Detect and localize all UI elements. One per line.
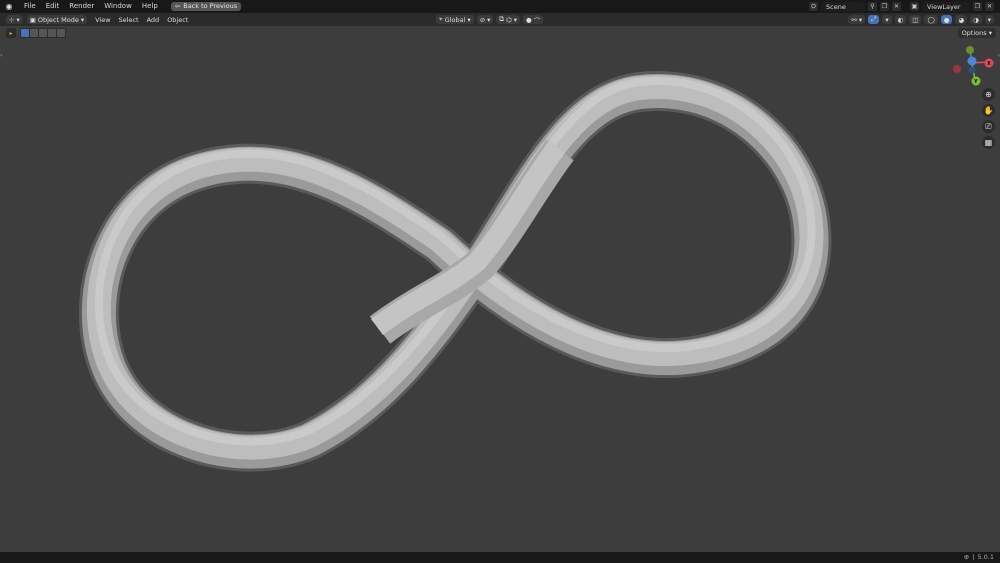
- chevron-down-icon: ▾: [16, 15, 20, 24]
- editor-type-button[interactable]: ⊹ ▾: [6, 15, 23, 24]
- object-mode-icon: ▣: [29, 15, 36, 24]
- back-to-previous-button[interactable]: ⇦ Back to Previous: [170, 2, 242, 11]
- gizmo-neg-x: [953, 65, 961, 73]
- overlays-icon: ◐: [897, 15, 904, 24]
- menu-select[interactable]: Select: [115, 16, 143, 24]
- top-menu-bar: ◉ File Edit Render Window Help ⇦ Back to…: [0, 0, 1000, 13]
- pivot-icon: ⊘: [479, 15, 486, 24]
- menu-view[interactable]: View: [91, 16, 114, 24]
- transform-orientation-dropdown[interactable]: ⌖ Global ▾: [436, 15, 474, 24]
- viewlayer-field[interactable]: ViewLayer: [922, 1, 970, 12]
- new-scene-icon[interactable]: ❐: [880, 2, 889, 11]
- select-subtract-icon[interactable]: [39, 29, 47, 37]
- chevron-down-icon: ▾: [858, 15, 863, 24]
- toolbar-expand-icon[interactable]: ›: [0, 52, 2, 59]
- rendered-icon: ◑: [973, 15, 979, 24]
- orientation-label: Global: [444, 15, 466, 24]
- globe-icon: ⊕: [963, 553, 970, 561]
- falloff-icon: ⌒: [533, 16, 541, 25]
- xray-toggle[interactable]: ◫: [909, 15, 922, 24]
- menu-file[interactable]: File: [19, 0, 41, 13]
- gizmo-icon: ⤢: [871, 15, 877, 23]
- chevron-down-icon: ▾: [885, 15, 889, 24]
- menu-add[interactable]: Add: [143, 16, 164, 24]
- select-intersect-icon[interactable]: [57, 29, 65, 37]
- options-label: Options: [961, 29, 987, 37]
- selection-mode-group: [20, 28, 66, 38]
- gizmo-toggle[interactable]: ⤢: [868, 15, 880, 24]
- editor-type-icon: ⊹: [9, 15, 15, 24]
- gizmo-dropdown[interactable]: ▾: [882, 15, 892, 24]
- object-mode-dropdown[interactable]: ▣ Object Mode ▾: [26, 15, 88, 24]
- snap-target-icon: ⌬: [506, 15, 512, 24]
- select-new-icon[interactable]: [21, 29, 29, 37]
- menu-edit[interactable]: Edit: [41, 0, 65, 13]
- wireframe-icon: ◯: [927, 15, 935, 24]
- orientation-icon: ⌖: [439, 15, 443, 23]
- viewlayer-type-icon[interactable]: ▣: [910, 2, 919, 11]
- chevron-down-icon: ▾: [487, 15, 491, 24]
- visibility-dropdown[interactable]: ⚯ ▾: [848, 15, 866, 24]
- shading-wireframe[interactable]: ◯: [924, 15, 938, 24]
- menu-window[interactable]: Window: [99, 0, 137, 13]
- shading-rendered[interactable]: ◑: [970, 15, 982, 24]
- snap-icon: ⧉: [499, 15, 505, 23]
- active-tool-icon[interactable]: ▸: [6, 28, 16, 38]
- pin-icon[interactable]: ⚲: [868, 2, 877, 11]
- perspective-toggle-icon[interactable]: ▦: [982, 136, 995, 149]
- scene-field[interactable]: Scene: [821, 1, 865, 12]
- proportional-editing-toggle[interactable]: ● ⌒: [523, 15, 544, 25]
- menu-render[interactable]: Render: [64, 0, 99, 13]
- infinity-mesh[interactable]: [78, 71, 832, 472]
- chevron-down-icon: ▾: [513, 15, 518, 24]
- chevron-down-icon: ▾: [80, 15, 85, 24]
- delete-viewlayer-icon[interactable]: ✕: [985, 2, 994, 11]
- chevron-down-icon: ▾: [467, 15, 471, 24]
- viewport-header: ⊹ ▾ ▣ Object Mode ▾ View Select Add Obje…: [0, 13, 1000, 26]
- select-invert-icon[interactable]: [48, 29, 56, 37]
- shading-material[interactable]: ◕: [955, 15, 968, 24]
- gizmo-z-negative: [968, 66, 976, 74]
- object-mode-label: Object Mode: [37, 15, 79, 24]
- viewport-canvas[interactable]: X Y: [0, 0, 1000, 563]
- select-extend-icon[interactable]: [30, 29, 38, 37]
- overlays-toggle[interactable]: ◐: [894, 15, 907, 24]
- blender-logo-icon[interactable]: ◉: [4, 2, 14, 12]
- visibility-icon: ⚯: [851, 15, 857, 24]
- chevron-down-icon: ▾: [988, 29, 992, 37]
- material-icon: ◕: [958, 15, 965, 24]
- delete-scene-icon[interactable]: ✕: [892, 2, 901, 11]
- shading-dropdown[interactable]: ▾: [984, 15, 994, 24]
- new-viewlayer-icon[interactable]: ❐: [973, 2, 982, 11]
- menu-object[interactable]: Object: [163, 16, 192, 24]
- proportional-icon: ●: [526, 15, 532, 24]
- solid-icon: ●: [943, 15, 950, 24]
- back-to-previous-label: Back to Previous: [183, 2, 238, 10]
- tool-row: ▸: [6, 28, 66, 38]
- snap-toggle[interactable]: ⧉ ⌬ ▾: [496, 15, 521, 24]
- gizmo-x-label: X: [987, 61, 991, 67]
- version-info: ⊕ | 5.0.1: [964, 553, 994, 561]
- camera-view-icon[interactable]: ⎚: [982, 120, 995, 133]
- options-dropdown[interactable]: Options ▾: [957, 28, 996, 38]
- gizmo-y-label: Y: [973, 79, 978, 85]
- scene-type-icon[interactable]: ⛭: [809, 2, 818, 11]
- top-right-controls: ⛭ Scene ⚲ ❐ ✕ ▣ ViewLayer ❐ ✕: [809, 1, 994, 12]
- menu-help[interactable]: Help: [137, 0, 163, 13]
- pan-hand-icon[interactable]: ✋: [982, 104, 995, 117]
- shading-solid[interactable]: ●: [940, 15, 953, 24]
- xray-icon: ◫: [912, 15, 919, 24]
- back-arrow-icon: ⇦: [174, 2, 181, 10]
- status-bar: ⊕ | 5.0.1: [0, 552, 1000, 563]
- chevron-down-icon: ▾: [987, 15, 991, 24]
- gizmo-z-positive: [966, 46, 974, 54]
- version-label: 5.0.1: [977, 553, 994, 561]
- zoom-icon[interactable]: ⊕: [982, 88, 995, 101]
- pivot-point-dropdown[interactable]: ⊘ ▾: [476, 15, 494, 24]
- gizmo-z-axis: [967, 56, 977, 66]
- version-separator: |: [972, 553, 975, 561]
